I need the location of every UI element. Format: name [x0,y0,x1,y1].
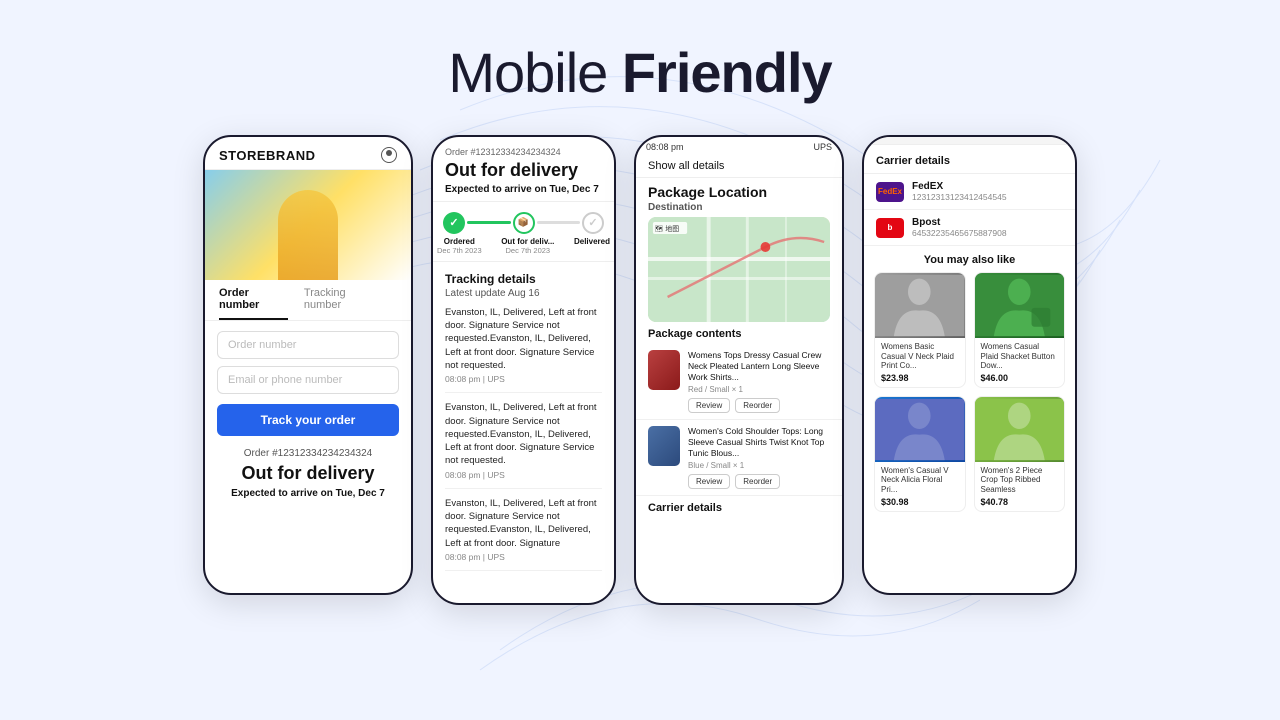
product-4-info: Women's 2 Piece Crop Top Ribbed Seamless… [975,462,1065,511]
step-label-out: Out for deliv... Dec 7th 2023 [501,237,554,255]
reorder-button-1[interactable]: Reorder [735,398,780,413]
product-2[interactable]: Womens Casual Plaid Shacket Button Dow..… [974,272,1066,388]
product-3[interactable]: Women's Casual V Neck Alicia Floral Pri.… [874,396,966,512]
phone1-brand: STOREBRAND [219,148,316,163]
fedex-logo: FedEx [876,182,904,202]
track-order-button[interactable]: Track your order [217,404,399,436]
order-number-input[interactable]: Order number [217,331,399,359]
phone1-delivery-status: Out for delivery [217,463,399,485]
bpost-info: Bpost 64532235465675887908 [912,217,1007,238]
phones-row: STOREBRAND Order number Tracking number … [203,135,1077,605]
recommended-products: Womens Basic Casual V Neck Plaid Print C… [864,272,1075,512]
tracking-details-title: Tracking details [445,272,602,286]
product-2-image [975,273,1065,338]
step-ordered: ✓ [443,212,465,234]
tab-tracking-number[interactable]: Tracking number [304,280,381,320]
bpost-logo: b [876,218,904,238]
phone1-inputs: Order number Email or phone number [205,321,411,404]
item-2-image [648,426,680,466]
phone2-order-number: Order #12312334234234324 [445,147,602,157]
hero-title: Mobile Friendly [448,40,831,105]
phone2-tracking-details: Tracking details Latest update Aug 16 Ev… [433,261,614,571]
line-1 [467,221,511,224]
carrier-item-fedex: FedEx FedEX 12312313123412454545 [864,174,1075,210]
tracking-latest-update: Latest update Aug 16 [445,288,602,299]
you-may-also-like-title: You may also like [864,246,1075,272]
product-4-image [975,397,1065,462]
tracking-event-1: Evanston, IL, Delivered, Left at front d… [445,306,602,393]
phone-1: STOREBRAND Order number Tracking number … [203,135,413,595]
phone1-header: STOREBRAND [205,137,411,170]
user-icon [381,147,397,163]
package-location-title: Package Location [636,178,842,202]
phone2-top: Order #12312334234234324 Out for deliver… [433,137,614,202]
hero-title-bold: Friendly [622,41,832,104]
tab-order-number[interactable]: Order number [219,280,288,320]
product-2-info: Womens Casual Plaid Shacket Button Dow..… [975,338,1065,387]
package-item-2: Women's Cold Shoulder Tops: Long Sleeve … [636,420,842,496]
phone1-order-number: Order #12312334234234324 [217,448,399,459]
item-1-image [648,350,680,390]
phone2-step-labels: Ordered Dec 7th 2023 Out for deliv... De… [433,234,614,255]
carrier-details-label: Carrier details [636,496,842,518]
phone2-delivery-status: Out for delivery [445,161,602,181]
phone1-order-info: Order #12312334234234324 Out for deliver… [205,436,411,503]
phone1-tabs: Order number Tracking number [205,280,411,321]
tracking-event-3: Evanston, IL, Delivered, Left at front d… [445,497,602,571]
phone3-statusbar: 08:08 pm UPS [636,137,842,155]
phone-3: 08:08 pm UPS Show all details Package Lo… [634,135,844,605]
product-1-image [875,273,965,338]
line-2 [537,221,581,224]
destination-label: Destination [636,202,842,217]
phone1-expected-date: Expected to arrive on Tue, Dec 7 [217,488,399,499]
item-1-buttons: Review Reorder [688,398,830,413]
svg-text:🗺 地图: 🗺 地图 [655,224,679,233]
fedex-info: FedEX 12312313123412454545 [912,181,1007,202]
phone2-progress-bar: ✓ 📦 ✓ [433,202,614,234]
item-2-info: Women's Cold Shoulder Tops: Long Sleeve … [688,426,830,489]
tracking-event-2: Evanston, IL, Delivered, Left at front d… [445,401,602,488]
phone4-topbar [864,137,1075,145]
phone-2: Order #12312334234234324 Out for deliver… [431,135,616,605]
item-2-buttons: Review Reorder [688,474,830,489]
review-button-2[interactable]: Review [688,474,730,489]
package-item-1: Womens Tops Dressy Casual Crew Neck Plea… [636,344,842,420]
show-all-details[interactable]: Show all details [636,155,842,178]
step-label-delivered: Delivered [574,237,610,255]
map-view: 🗺 地图 [648,217,830,322]
step-delivered: ✓ [582,212,604,234]
email-phone-input[interactable]: Email or phone number [217,366,399,394]
phone2-expected-date: Expected to arrive on Tue, Dec 7 [445,184,602,195]
product-1[interactable]: Womens Basic Casual V Neck Plaid Print C… [874,272,966,388]
phone1-hero-image [205,170,411,280]
product-3-info: Women's Casual V Neck Alicia Floral Pri.… [875,462,965,511]
item-1-info: Womens Tops Dressy Casual Crew Neck Plea… [688,350,830,413]
phone4-carrier-title: Carrier details [864,145,1075,174]
review-button-1[interactable]: Review [688,398,730,413]
hero-title-light: Mobile [448,41,622,104]
package-contents-title: Package contents [636,322,842,344]
product-3-image [875,397,965,462]
product-1-info: Womens Basic Casual V Neck Plaid Print C… [875,338,965,387]
step-out-for-delivery: 📦 [513,212,535,234]
phone-4: Carrier details FedEx FedEX 123123131234… [862,135,1077,595]
step-label-ordered: Ordered Dec 7th 2023 [437,237,482,255]
hero-figure [278,190,338,280]
reorder-button-2[interactable]: Reorder [735,474,780,489]
carrier-item-bpost: b Bpost 64532235465675887908 [864,210,1075,246]
product-4[interactable]: Women's 2 Piece Crop Top Ribbed Seamless… [974,396,1066,512]
